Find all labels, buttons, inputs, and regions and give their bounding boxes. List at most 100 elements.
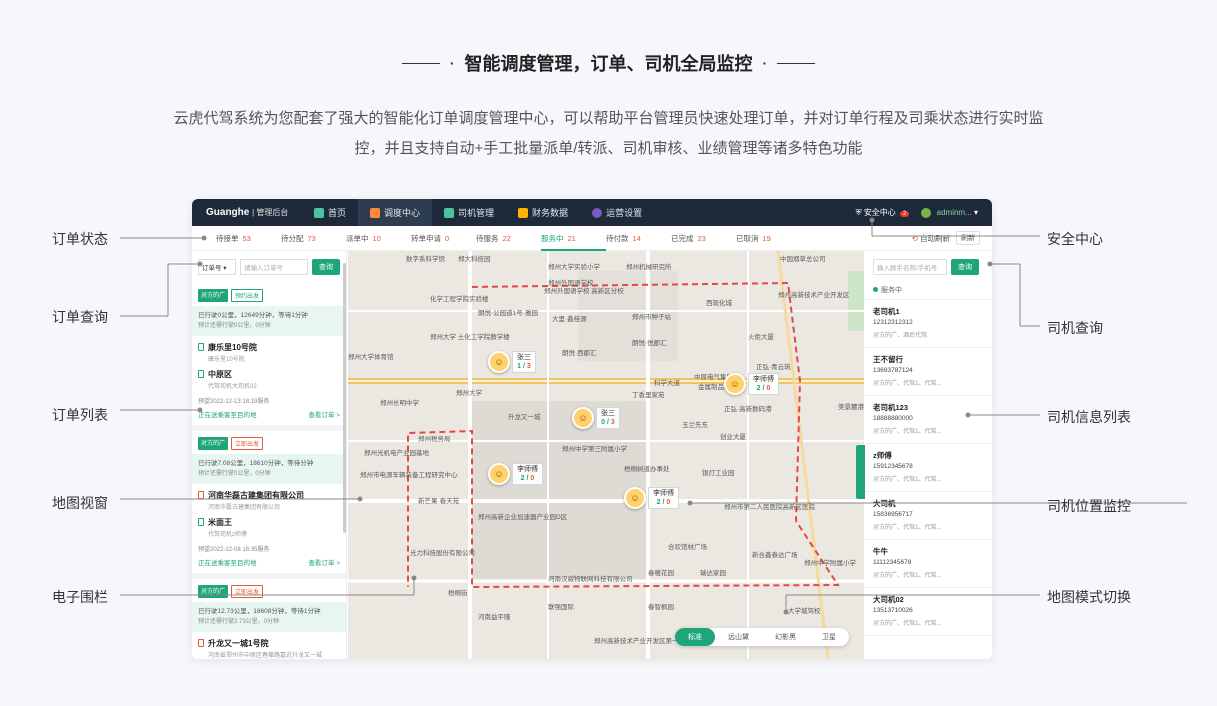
map-label: 郑州大学 bbox=[456, 390, 482, 397]
status-tab-transfer[interactable]: 转单申请 0 bbox=[411, 233, 476, 244]
title-dot-right: · bbox=[762, 55, 768, 71]
status-tab-to-serve[interactable]: 待服务 22 bbox=[476, 233, 541, 244]
user-menu[interactable]: adminm... ▾ bbox=[921, 207, 978, 218]
dispatch-icon bbox=[370, 207, 381, 218]
map-label: 郑州市电源车辆装备工程研究中心 bbox=[360, 472, 458, 479]
map-label: 新合鑫春达广场 bbox=[752, 552, 798, 559]
driver-item[interactable]: 王不留行 13693787124 对方的广、代驾1、代驾... bbox=[865, 348, 992, 396]
map-mode-mountain[interactable]: 远山黛 bbox=[715, 628, 762, 646]
nav-driver[interactable]: 司机管理 bbox=[432, 199, 506, 226]
view-order-link[interactable]: 查看订单 > bbox=[308, 557, 340, 567]
chevron-down-icon: ▾ bbox=[973, 207, 978, 217]
status-tab-to-pay[interactable]: 待付款 14 bbox=[606, 233, 671, 244]
nav-home[interactable]: 首页 bbox=[302, 199, 358, 226]
driver-search-input[interactable]: 输入顾手名称/手机号 bbox=[873, 259, 947, 275]
destination-name: 中原区 bbox=[208, 370, 232, 379]
driver-item[interactable]: 老司机1 12312312312 对方的广、酒后代驾 bbox=[865, 300, 992, 348]
driver-tags: 对方的广、代驾1、代驾... bbox=[873, 381, 942, 387]
map-label: 美景麓港 bbox=[838, 404, 864, 411]
map-label: 西现化城 bbox=[706, 300, 732, 307]
driver-marker-name: 李师傅 bbox=[653, 490, 674, 497]
order-destination: 中原区 代驾司机大司机02 bbox=[198, 369, 340, 390]
driver-avatar-icon: ☺ bbox=[488, 351, 510, 373]
driver-item[interactable]: z师傅 15912345678 对方的广、代驾1、代驾... bbox=[865, 444, 992, 492]
driver-marker-card: 张三 1 / 3 bbox=[512, 351, 536, 373]
status-tab-label: 派单中 bbox=[346, 233, 369, 243]
status-tab-count: 19 bbox=[762, 233, 771, 243]
order-time: 预望2022-12-13 18:19服务 bbox=[198, 399, 270, 405]
nav-finance[interactable]: 财务数据 bbox=[506, 199, 580, 226]
driver-marker[interactable]: ☺ 李师傅 2 / 0 bbox=[488, 463, 543, 485]
order-search-type-select[interactable]: 订单号 ▾ bbox=[198, 259, 236, 275]
map-label: 朗悦·公园道1号·雅园 bbox=[478, 310, 538, 317]
map-label: 创业大厦 bbox=[720, 434, 746, 441]
trip-summary: 已行驶0公里，12649分钟，等待1分钟 预计还需行驶0公里，0分钟 bbox=[192, 306, 346, 336]
map-label: 春暖花园 bbox=[648, 570, 674, 577]
order-tags: 对方的广 预约出发 bbox=[198, 283, 340, 302]
status-tab-in-service[interactable]: 服务中 21 bbox=[541, 233, 606, 251]
order-card[interactable]: 对方的广 立即出发 已行驶12.73公里，18608分钟，等待1分钟 预计还需行… bbox=[192, 579, 346, 659]
brand-logo[interactable]: Guanghe | 管理后台 bbox=[192, 207, 302, 218]
driver-marker[interactable]: ☺ 张三 1 / 3 bbox=[488, 351, 536, 373]
driver-marker-load: 0 / 3 bbox=[601, 419, 615, 426]
driver-marker-load: 2 / 0 bbox=[756, 385, 771, 392]
map-mode-dark[interactable]: 幻影黑 bbox=[762, 628, 809, 646]
finance-icon bbox=[518, 207, 529, 218]
driver-marker[interactable]: ☺ 张三 0 / 3 bbox=[572, 407, 620, 429]
order-search-button[interactable]: 查询 bbox=[312, 259, 340, 275]
nav-settings[interactable]: 运营设置 bbox=[580, 199, 654, 226]
driver-item[interactable]: 牛牛 11112345678 对方的广、代驾1、代驾... bbox=[865, 540, 992, 588]
driver-marker[interactable]: ☺ 李师傅 2 / 0 bbox=[724, 373, 779, 395]
status-tab-dispatching[interactable]: 派单中 10 bbox=[346, 233, 411, 244]
status-tab-label: 待分配 bbox=[281, 233, 304, 243]
map-mode-standard[interactable]: 标准 bbox=[675, 628, 715, 646]
driver-status-filter[interactable]: 服务中 bbox=[865, 281, 992, 300]
nav-dispatch-label: 调度中心 bbox=[384, 208, 421, 218]
security-center-link[interactable]: ⛨ 安全中心 2 bbox=[856, 207, 910, 218]
order-card[interactable]: 对方的广 预约出发 已行驶0公里，12649分钟，等待1分钟 预计还需行驶0公里… bbox=[192, 283, 346, 431]
refresh-button[interactable]: 刷新 bbox=[956, 231, 980, 245]
status-tab-completed[interactable]: 已完成 23 bbox=[671, 233, 736, 244]
panel-toggle-handle[interactable] bbox=[856, 445, 865, 499]
trip-progress: 已行驶0公里，12649分钟，等待1分钟 bbox=[198, 312, 308, 319]
destination-detail: 代驾司机大司机02 bbox=[208, 384, 257, 390]
driver-name: 老司机1 bbox=[873, 307, 900, 316]
driver-name: 大司机 bbox=[873, 499, 896, 508]
order-list-scrollbar[interactable] bbox=[343, 263, 346, 533]
nav-dispatch[interactable]: 调度中心 bbox=[358, 199, 433, 226]
driver-item[interactable]: 老司机123 18888880000 对方的广、代驾1、代驾... bbox=[865, 396, 992, 444]
driver-avatar-icon: ☺ bbox=[724, 373, 746, 395]
brand-name: Guanghe bbox=[206, 207, 250, 218]
order-card[interactable]: 对方的广 立即出发 已行驶7.08公里，18610分钟，等待分钟 预计还需行驶0… bbox=[192, 431, 346, 579]
map-label: 梧桐树道办事处 bbox=[624, 466, 670, 473]
status-tab-pending[interactable]: 待接单 53 bbox=[216, 233, 281, 244]
map-label: 光力科技股份有限公司 bbox=[410, 550, 475, 557]
driver-search-button[interactable]: 查询 bbox=[951, 259, 979, 275]
driver-marker-name: 张三 bbox=[517, 354, 531, 361]
map-label: 正弘·高新数码港 bbox=[724, 406, 772, 413]
status-tab-count: 21 bbox=[567, 233, 576, 243]
section-heading: · 智能调度管理，订单、司机全局监控 · bbox=[0, 50, 1217, 76]
order-tag: 对方的广 bbox=[198, 585, 229, 598]
status-tab-to-assign[interactable]: 待分配 73 bbox=[281, 233, 346, 244]
driver-item[interactable]: 大司机 15836956717 对方的广、代驾1、代驾... bbox=[865, 492, 992, 540]
trip-progress: 已行驶12.73公里，18608分钟，等待1分钟 bbox=[198, 608, 321, 615]
order-status-bar: 待接单 53 待分配 73 派单中 10 转单申请 0 待服务 22 服务中 21 待付款 1… bbox=[192, 226, 992, 251]
map-label: 河南益平隆 bbox=[478, 614, 511, 621]
driver-item[interactable]: 大司机02 13513710026 对方的广、代驾1、代驾... bbox=[865, 588, 992, 636]
map-label: 郑州长明中学 bbox=[380, 400, 419, 407]
order-search-input[interactable]: 请输入订单号 bbox=[240, 259, 308, 275]
map-label: 朗悦·西郡汇 bbox=[562, 350, 597, 357]
map-view[interactable]: 数字系科学馆 郑大科技园 郑州大学实验小学 郑州机械研究所 中国烟草总公司 郑州… bbox=[348, 251, 864, 659]
order-tag: 立即出发 bbox=[231, 585, 264, 598]
status-tab-cancelled[interactable]: 已取消 19 bbox=[736, 233, 801, 244]
map-mode-satellite[interactable]: 卫星 bbox=[809, 628, 849, 646]
status-tab-count: 73 bbox=[307, 233, 316, 243]
select-value: 订单号 bbox=[202, 265, 222, 272]
view-order-link[interactable]: 查看订单 > bbox=[308, 409, 340, 419]
origin-name: 康乐里10号院 bbox=[208, 343, 257, 352]
map-label: 郑州税务局 bbox=[418, 436, 451, 443]
driver-search-row: 输入顾手名称/手机号 查询 bbox=[865, 251, 992, 281]
auto-refresh-toggle[interactable]: ⟲ 自动刷新 bbox=[912, 233, 950, 244]
driver-marker[interactable]: ☺ 李师傅 2 / 0 bbox=[624, 487, 679, 509]
